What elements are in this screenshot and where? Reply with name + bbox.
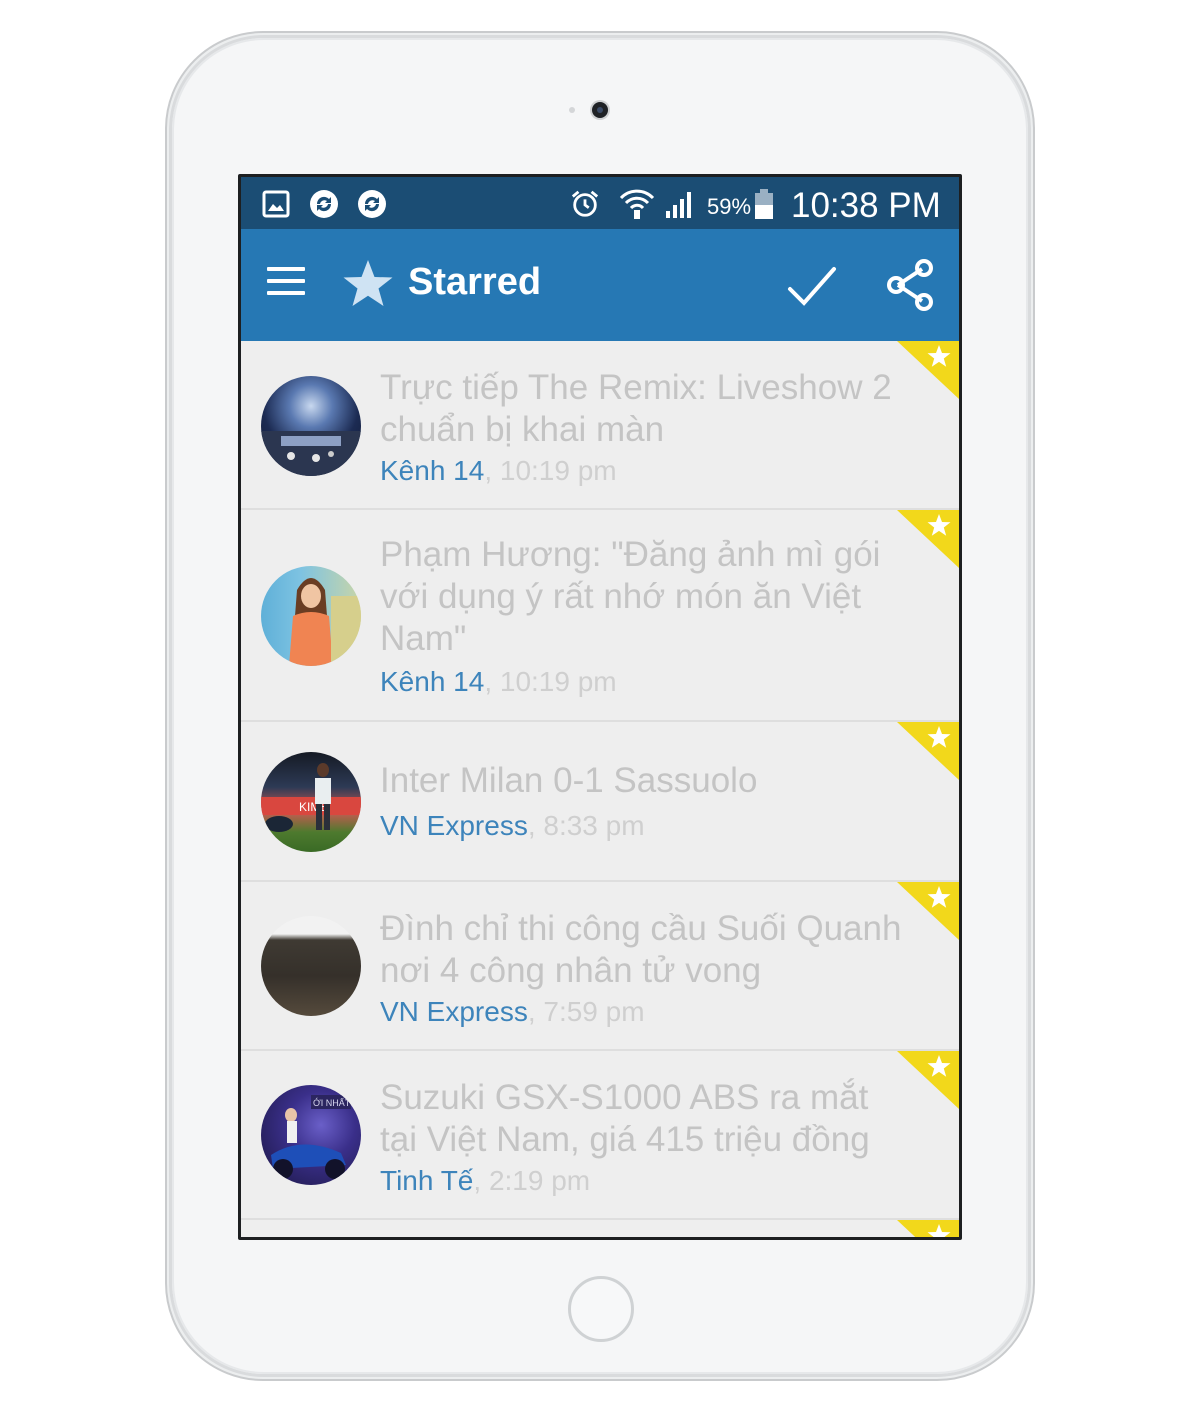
battery-percent: 59% <box>707 194 752 219</box>
article-source[interactable]: Kênh 14 <box>380 455 484 486</box>
star-icon <box>340 257 396 313</box>
article-meta: VN Express, 7:59 pm <box>380 996 645 1028</box>
menu-icon[interactable] <box>267 267 307 297</box>
article-thumbnail <box>261 916 361 1016</box>
article-meta: VN Express, 8:33 pm <box>380 810 645 842</box>
article-list: Trực tiếp The Remix: Liveshow 2 chuẩn bị… <box>241 341 959 1237</box>
starred-badge[interactable] <box>897 341 959 399</box>
front-camera <box>592 102 608 118</box>
article-time: , 10:19 pm <box>484 455 617 486</box>
article-title: Đình chỉ thi công cầu Suối Quanh nơi 4 c… <box>380 909 902 990</box>
home-button[interactable] <box>568 1276 634 1342</box>
article-time: , 7:59 pm <box>527 996 645 1027</box>
list-item[interactable]: Phạm Hương: "Đăng ảnh mì gói với dụng ý … <box>241 510 959 722</box>
list-item[interactable]: Đình chỉ thi công cầu Suối Quanh nơi 4 c… <box>241 882 959 1051</box>
article-time: , 8:33 pm <box>527 810 645 841</box>
list-item[interactable]: ỚI NHẤT STI Suzuki GSX-S1000 ABS ra mắt … <box>241 1051 959 1220</box>
starred-badge[interactable] <box>897 882 959 940</box>
status-bar: 59% 10:38 PM <box>241 177 959 229</box>
signal-icon <box>663 189 697 219</box>
alarm-icon <box>570 189 600 219</box>
check-icon[interactable] <box>786 263 838 309</box>
screen: 59% 10:38 PM Starred Trực tiếp The Remix… <box>238 174 962 1240</box>
app-toolbar: Starred <box>241 229 959 341</box>
article-source[interactable]: Tinh Tế <box>380 1165 473 1196</box>
list-item[interactable] <box>241 1220 959 1237</box>
article-meta: Kênh 14, 10:19 pm <box>380 455 617 487</box>
app-screen: 59% 10:38 PM Starred Trực tiếp The Remix… <box>241 177 959 1237</box>
clock: 10:38 PM <box>791 186 941 225</box>
share-icon[interactable] <box>884 257 936 313</box>
starred-badge[interactable] <box>897 1051 959 1109</box>
article-thumbnail <box>261 566 361 666</box>
sync-icon <box>357 189 387 219</box>
article-time: , 2:19 pm <box>473 1165 591 1196</box>
sensor-dot <box>569 107 575 113</box>
sync-icon <box>309 189 339 219</box>
starred-badge[interactable] <box>897 722 959 780</box>
article-title: Phạm Hương: "Đăng ảnh mì gói với dụng ý … <box>380 535 881 658</box>
starred-badge[interactable] <box>897 510 959 568</box>
article-source[interactable]: VN Express <box>380 810 528 841</box>
svg-text:ỚI NHẤT STI: ỚI NHẤT STI <box>313 1098 361 1108</box>
article-title: Inter Milan 0-1 Sassuolo <box>380 761 758 800</box>
battery-icon <box>753 189 775 219</box>
wifi-icon <box>619 189 655 219</box>
article-thumbnail: ỚI NHẤT STI <box>261 1085 361 1185</box>
article-meta: Tinh Tế, 2:19 pm <box>380 1165 590 1197</box>
gallery-icon <box>261 189 291 219</box>
article-time: , 10:19 pm <box>484 666 617 697</box>
list-item[interactable]: KIMB Inter Milan 0-1 Sassuolo VN Express… <box>241 722 959 882</box>
starred-badge[interactable] <box>897 1220 959 1237</box>
article-thumbnail: KIMB <box>261 752 361 852</box>
article-thumbnail <box>261 376 361 476</box>
article-title: Suzuki GSX-S1000 ABS ra mắt tại Việt Nam… <box>380 1078 870 1159</box>
page-title: Starred <box>408 261 542 303</box>
list-item[interactable]: Trực tiếp The Remix: Liveshow 2 chuẩn bị… <box>241 341 959 510</box>
article-source[interactable]: Kênh 14 <box>380 666 484 697</box>
article-title: Trực tiếp The Remix: Liveshow 2 chuẩn bị… <box>380 368 892 449</box>
article-source[interactable]: VN Express <box>380 996 528 1027</box>
article-meta: Kênh 14, 10:19 pm <box>380 666 617 698</box>
